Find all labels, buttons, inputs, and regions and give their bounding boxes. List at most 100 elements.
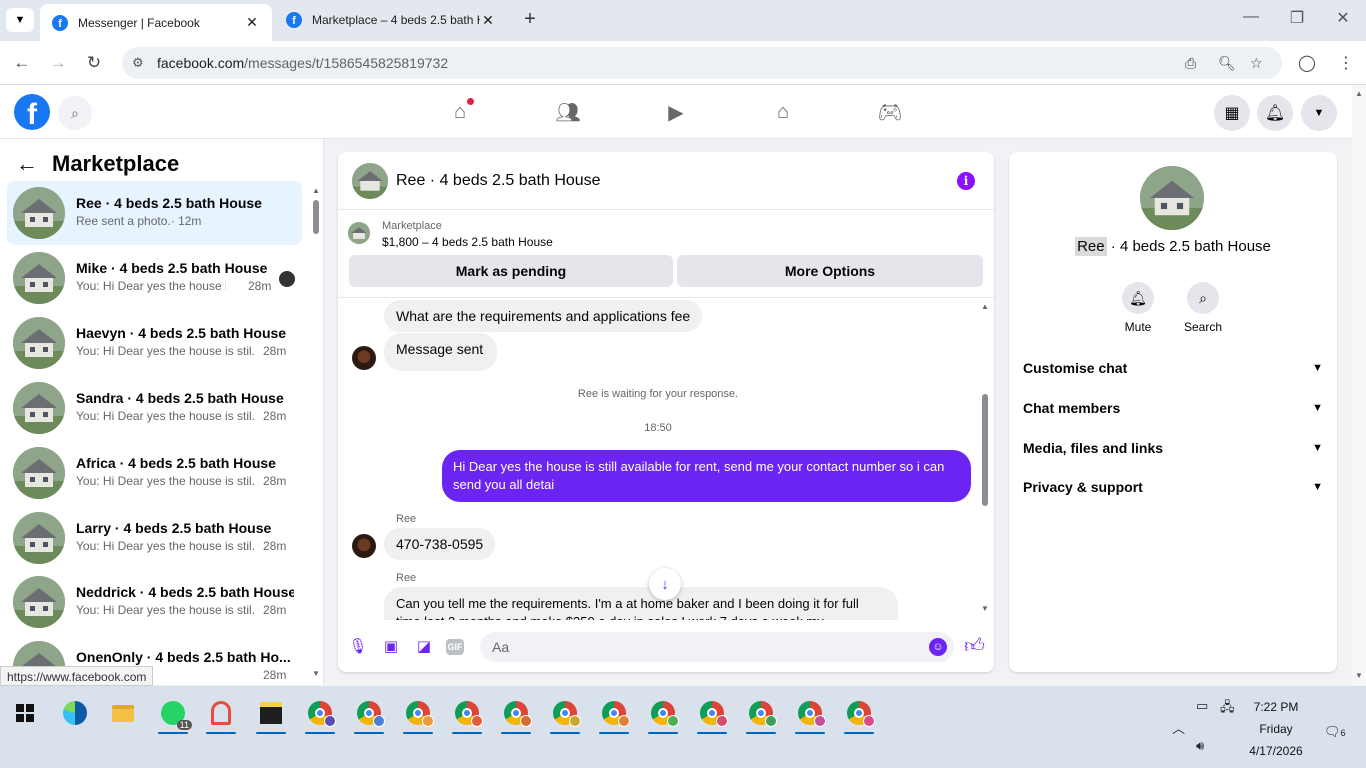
scroll-down-arrow-icon[interactable]: ▼	[981, 604, 989, 613]
close-icon[interactable]: ✕	[480, 12, 496, 29]
mute-button[interactable]: 🔔︎ Mute	[1108, 282, 1168, 334]
scrollbar-thumb[interactable]	[982, 394, 988, 506]
notifications-bell-icon[interactable]: 🔔︎	[1257, 95, 1293, 131]
customise-chat-section[interactable]: Customise chat ▼	[1023, 356, 1323, 380]
media-files-links-section[interactable]: Media, files and links ▼	[1023, 436, 1323, 460]
url-text[interactable]: facebook.com/messages/t/1586545825819732	[157, 55, 448, 71]
new-tab-button[interactable]: +	[518, 8, 542, 32]
scrollbar-thumb[interactable]	[313, 200, 319, 234]
sticky-notes-icon[interactable]	[254, 696, 288, 734]
menu-grid-icon[interactable]: ▦	[1214, 95, 1250, 131]
minimize-button[interactable]: —	[1236, 8, 1266, 26]
avatar[interactable]	[352, 346, 376, 370]
omnibox[interactable]: ⚙ facebook.com/messages/t/15865458258197…	[122, 47, 1282, 79]
video-icon[interactable]: ▶	[656, 95, 696, 129]
avatar[interactable]	[352, 534, 376, 558]
thumbs-up-icon[interactable]: 👍︎	[964, 634, 985, 658]
file-explorer-icon[interactable]	[106, 696, 140, 730]
menu-kebab-icon[interactable]: ⋮	[1338, 53, 1354, 73]
close-window-button[interactable]: ✕	[1328, 8, 1358, 28]
restore-button[interactable]: ❐	[1282, 8, 1312, 28]
panel-header: ← Marketplace	[16, 151, 179, 177]
chrome-profile-icon[interactable]	[646, 696, 680, 734]
scroll-up-arrow-icon[interactable]: ▲	[312, 186, 320, 195]
battery-icon[interactable]: ▭	[1196, 698, 1208, 714]
chat-avatar[interactable]	[352, 163, 388, 199]
chrome-profile-icon[interactable]	[303, 696, 337, 734]
conversation-item[interactable]: Neddrick · 4 beds 2.5 bath House You: Hi…	[7, 570, 302, 634]
tab-search-button[interactable]: ▼	[6, 8, 34, 32]
chrome-profile-icon[interactable]	[401, 696, 435, 734]
conversation-list-scrollbar[interactable]: ▲ ▼	[312, 186, 320, 679]
gaming-icon[interactable]: 🎮︎	[870, 95, 910, 129]
scroll-down-arrow-icon[interactable]: ▼	[312, 669, 320, 678]
conversation-item[interactable]: Mike · 4 beds 2.5 bath House You: Hi Dea…	[7, 246, 302, 310]
snipping-tool-icon[interactable]	[204, 696, 238, 734]
chrome-profile-icon[interactable]	[450, 696, 484, 734]
chrome-profile-icon[interactable]	[793, 696, 827, 734]
close-icon[interactable]: ✕	[244, 14, 260, 31]
forward-button[interactable]: →	[46, 51, 70, 75]
chat-title[interactable]: Ree · 4 beds 2.5 bath House	[396, 172, 601, 190]
install-app-icon[interactable]: ⎙	[1185, 55, 1196, 72]
message-scrollbar[interactable]: ▲ ▼	[980, 302, 990, 614]
reload-button[interactable]: ↻	[82, 51, 106, 75]
conversation-item[interactable]: Ree · 4 beds 2.5 bath House Ree sent a p…	[7, 181, 302, 245]
home-icon[interactable]: ⌂	[440, 95, 480, 129]
gif-icon[interactable]: GIF	[446, 639, 464, 655]
conversation-item[interactable]: Larry · 4 beds 2.5 bath House You: Hi De…	[7, 506, 302, 570]
back-button[interactable]: ←	[10, 51, 34, 75]
listing-price[interactable]: $1,800 – 4 beds 2.5 bath House	[382, 235, 553, 249]
chrome-profile-icon[interactable]	[352, 696, 386, 734]
whatsapp-icon[interactable]: 11	[156, 696, 192, 734]
sticker-icon[interactable]: ◪	[414, 637, 434, 657]
show-hidden-icons-chevron-icon[interactable]: ︿	[1172, 718, 1185, 737]
network-icon[interactable]: 🖧︎	[1220, 698, 1235, 720]
emoji-icon[interactable]: ☺	[929, 638, 947, 656]
profile-name[interactable]: Ree · 4 beds 2.5 bath House	[1009, 237, 1337, 256]
facebook-logo-icon[interactable]: f	[14, 94, 50, 130]
search-icon[interactable]: ⌕	[58, 96, 92, 130]
chrome-profile-icon[interactable]	[744, 696, 778, 734]
tab-messenger[interactable]: f Messenger | Facebook ✕	[40, 4, 272, 41]
conversation-item[interactable]: Africa · 4 beds 2.5 bath House You: Hi D…	[7, 441, 302, 505]
profile-icon[interactable]: ◯	[1298, 53, 1316, 73]
message-input[interactable]	[480, 632, 954, 662]
info-icon[interactable]: i	[957, 172, 975, 190]
chrome-profile-icon[interactable]	[842, 696, 876, 734]
marketplace-icon[interactable]: ⌂	[763, 95, 803, 129]
notification-center-icon[interactable]: 🗨︎6	[1324, 724, 1346, 740]
bookmark-star-icon[interactable]: ☆	[1250, 55, 1263, 72]
windows-start-icon[interactable]	[16, 704, 34, 722]
search-button[interactable]: ⌕ Search	[1173, 282, 1233, 334]
volume-icon[interactable]: 🔊︎	[1196, 738, 1204, 754]
chat-members-section[interactable]: Chat members ▼	[1023, 396, 1323, 420]
privacy-support-section[interactable]: Privacy & support ▼	[1023, 475, 1323, 499]
mark-as-pending-button[interactable]: Mark as pending	[349, 255, 673, 287]
photo-attach-icon[interactable]: ▣	[381, 637, 401, 657]
edge-browser-icon[interactable]	[58, 696, 92, 730]
more-options-button[interactable]: More Options	[677, 255, 983, 287]
scroll-up-arrow-icon[interactable]: ▲	[981, 302, 989, 311]
account-chevron-icon[interactable]: ▼	[1301, 95, 1337, 131]
listing-thumbnail[interactable]	[348, 222, 370, 244]
chrome-profile-icon[interactable]	[695, 696, 729, 734]
conversation-item[interactable]: Haevyn · 4 beds 2.5 bath House You: Hi D…	[7, 311, 302, 375]
microphone-icon[interactable]: 🎙︎	[348, 637, 368, 657]
zoom-icon[interactable]: 🔍︎	[1218, 55, 1236, 72]
back-arrow-icon[interactable]: ←	[16, 151, 38, 177]
scroll-up-arrow-icon[interactable]: ▲	[1355, 89, 1363, 98]
site-info-icon[interactable]: ⚙	[132, 55, 144, 71]
page-scrollbar[interactable]: ▲ ▼	[1352, 85, 1366, 685]
chrome-profile-icon[interactable]	[548, 696, 582, 734]
chrome-profile-icon[interactable]	[499, 696, 533, 734]
system-clock[interactable]: 7:22 PM Friday 4/17/2026	[1236, 696, 1316, 762]
tab-marketplace[interactable]: f Marketplace – 4 beds 2.5 bath H ✕	[274, 2, 508, 38]
profile-avatar[interactable]	[1140, 166, 1204, 230]
friends-icon[interactable]: 👥︎	[548, 95, 588, 129]
chrome-profile-icon[interactable]	[597, 696, 631, 734]
conversation-item[interactable]: Sandra · 4 beds 2.5 bath House You: Hi D…	[7, 376, 302, 440]
scroll-down-arrow-icon[interactable]: ▼	[1355, 671, 1363, 680]
notification-count: 6	[1340, 728, 1346, 738]
scroll-to-bottom-button[interactable]: ↓	[649, 568, 681, 600]
